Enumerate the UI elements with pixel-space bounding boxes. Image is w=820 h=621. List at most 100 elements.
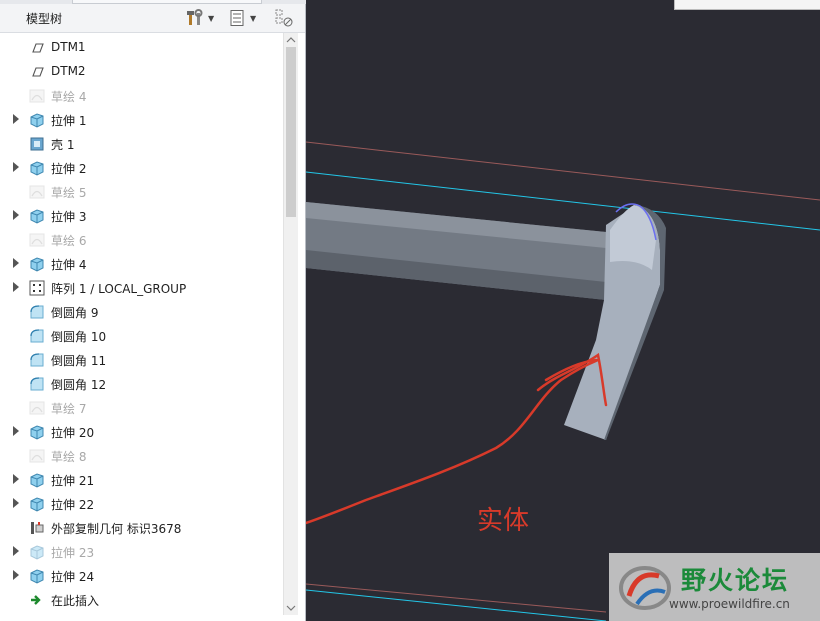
tree-item-label: DTM2 [51, 64, 86, 78]
view-toolbar-fragment[interactable] [674, 0, 820, 10]
datum-plane-icon [29, 40, 45, 56]
extrude-icon [29, 496, 45, 512]
tree-item-label: 倒圆角 10 [51, 330, 107, 344]
tree-item[interactable]: DTM1 [0, 36, 282, 60]
tree-item[interactable]: 拉伸 1 [0, 108, 282, 132]
expand-arrow-icon[interactable] [13, 426, 19, 436]
tree-item[interactable]: 倒圆角 10 [0, 324, 282, 348]
tree-item-label: 在此插入 [51, 594, 100, 608]
extrude-icon [29, 424, 45, 440]
chevron-down-icon: ▼ [208, 13, 215, 23]
tree-item-label: 壳 1 [51, 138, 75, 152]
pattern-icon [29, 280, 45, 296]
tree-item-label: 草绘 7 [51, 402, 87, 416]
tree-settings-icon [230, 10, 244, 26]
tree-item[interactable]: 拉伸 24 [0, 564, 282, 588]
tree-item-label: 草绘 5 [51, 186, 87, 200]
tree-settings-dropdown-button[interactable]: ▼ [228, 8, 256, 28]
tree-item-label: 倒圆角 9 [51, 306, 99, 320]
tree-item-label: 拉伸 4 [51, 258, 87, 272]
tree-item-label: 拉伸 1 [51, 114, 87, 128]
sketch-icon [29, 400, 45, 416]
round-icon [29, 376, 45, 392]
expand-arrow-icon[interactable] [13, 474, 19, 484]
tree-item[interactable]: 在此插入 [0, 588, 282, 612]
tree-item[interactable]: DTM2 [0, 60, 282, 84]
sketch-icon [29, 232, 45, 248]
extrude-icon [29, 544, 45, 560]
tree-item-label: 拉伸 23 [51, 546, 95, 560]
tree-item[interactable]: 阵列 1 / LOCAL_GROUP [0, 276, 282, 300]
tree-item-label: 拉伸 20 [51, 426, 95, 440]
tree-item-label: 草绘 4 [51, 90, 87, 104]
sketch-icon [29, 448, 45, 464]
model-tree-title: 模型树 [26, 12, 63, 26]
tree-item[interactable]: 拉伸 20 [0, 420, 282, 444]
tree-item[interactable]: 拉伸 21 [0, 468, 282, 492]
round-icon [29, 352, 45, 368]
datum-line-red-lower [306, 583, 607, 613]
insert-here-arrow-icon [29, 592, 45, 608]
datum-line-red [306, 141, 820, 201]
annotation-arrow [306, 352, 608, 525]
scroll-up-arrow-icon[interactable] [284, 33, 298, 47]
tree-item-label: 草绘 8 [51, 450, 87, 464]
extrude-icon [29, 568, 45, 584]
extrude-icon [29, 112, 45, 128]
expand-arrow-icon[interactable] [13, 162, 19, 172]
tree-item[interactable]: 草绘 7 [0, 396, 282, 420]
external-copy-geometry-icon [29, 520, 45, 536]
tree-item[interactable]: 倒圆角 11 [0, 348, 282, 372]
extrude-icon [29, 472, 45, 488]
tree-item-label: 外部复制几何 标识3678 [51, 522, 182, 536]
tree-item[interactable]: 倒圆角 9 [0, 300, 282, 324]
tree-item[interactable]: 壳 1 [0, 132, 282, 156]
annotation-label: 实体 [477, 506, 530, 536]
watermark: 野火论坛 www.proewildfire.cn [609, 553, 820, 621]
tree-item[interactable]: 拉伸 23 [0, 540, 282, 564]
expand-arrow-icon[interactable] [13, 258, 19, 268]
watermark-logo-icon [619, 566, 671, 610]
tree-item[interactable]: 草绘 4 [0, 84, 282, 108]
tree-scrollbar[interactable] [283, 33, 298, 615]
watermark-url: www.proewildfire.cn [669, 597, 790, 611]
tree-filter-icon [275, 9, 293, 27]
model-tree-header: 模型树 ▼ ▼ [0, 4, 305, 33]
tree-item[interactable]: 拉伸 3 [0, 204, 282, 228]
expand-arrow-icon[interactable] [13, 282, 19, 292]
sketch-icon [29, 184, 45, 200]
tree-item-label: 倒圆角 12 [51, 378, 107, 392]
tree-item[interactable]: 拉伸 2 [0, 156, 282, 180]
tree-item[interactable]: 拉伸 4 [0, 252, 282, 276]
tree-item-label: 草绘 6 [51, 234, 87, 248]
expand-arrow-icon[interactable] [13, 210, 19, 220]
tree-item[interactable]: 草绘 8 [0, 444, 282, 468]
tree-item[interactable]: 草绘 5 [0, 180, 282, 204]
graphics-viewport[interactable] [306, 0, 820, 621]
tree-item[interactable]: 倒圆角 12 [0, 372, 282, 396]
tree-item-label: 拉伸 22 [51, 498, 95, 512]
scroll-down-arrow-icon[interactable] [284, 601, 298, 615]
tree-item[interactable]: 草绘 6 [0, 228, 282, 252]
round-icon [29, 328, 45, 344]
tree-item[interactable]: 外部复制几何 标识3678 [0, 516, 282, 540]
extrude-icon [29, 208, 45, 224]
tools-dropdown-button[interactable]: ▼ [186, 8, 214, 28]
expand-arrow-icon[interactable] [13, 546, 19, 556]
extrude-icon [29, 160, 45, 176]
tree-item-label: 拉伸 3 [51, 210, 87, 224]
tree-item-label: 拉伸 2 [51, 162, 87, 176]
extrude-icon [29, 256, 45, 272]
tree-filter-button[interactable] [274, 8, 294, 28]
scrollbar-thumb[interactable] [286, 47, 296, 217]
viewport-scene [306, 141, 820, 621]
tree-item[interactable]: 拉伸 22 [0, 492, 282, 516]
rod-solid[interactable] [306, 202, 633, 300]
tree-item-label: 拉伸 24 [51, 570, 95, 584]
tree-item-label: DTM1 [51, 40, 86, 54]
expand-arrow-icon[interactable] [13, 570, 19, 580]
datum-plane-icon [29, 64, 45, 80]
expand-arrow-icon[interactable] [13, 114, 19, 124]
expand-arrow-icon[interactable] [13, 498, 19, 508]
datum-line-cyan-lower [306, 589, 607, 621]
